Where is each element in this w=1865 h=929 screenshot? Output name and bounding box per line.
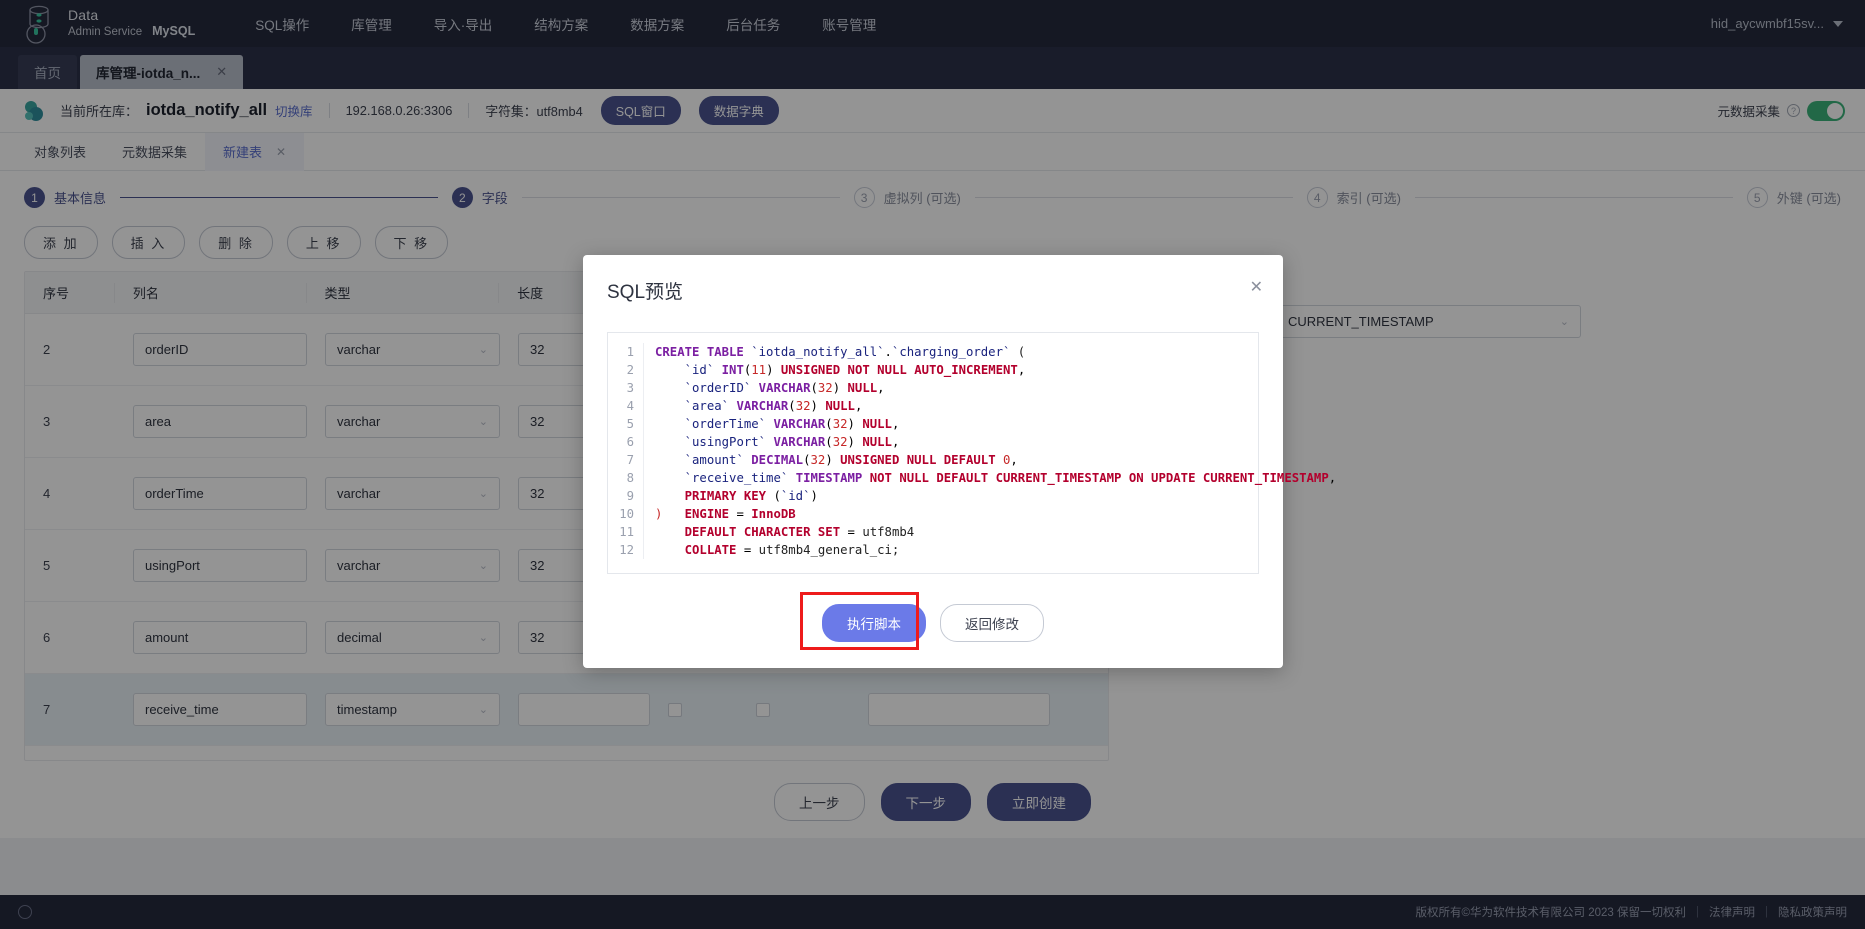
line-number: 9 <box>608 487 644 505</box>
dialog-title: SQL预览 <box>607 282 684 303</box>
code-line: 4 `area` VARCHAR(32) NULL, <box>608 397 1258 415</box>
back-to-edit-button[interactable]: 返回修改 <box>940 604 1044 642</box>
code-text: `receive_time` TIMESTAMP NOT NULL DEFAUL… <box>684 471 1337 485</box>
code-line: 8 `receive_time` TIMESTAMP NOT NULL DEFA… <box>608 469 1336 487</box>
code-text: `orderID` VARCHAR(32) NULL, <box>684 381 885 395</box>
line-number: 1 <box>608 343 644 361</box>
code-line: 3 `orderID` VARCHAR(32) NULL, <box>608 379 1258 397</box>
line-number: 5 <box>608 415 644 433</box>
code-line: 2 `id` INT(11) UNSIGNED NOT NULL AUTO_IN… <box>608 361 1258 379</box>
code-text: DEFAULT CHARACTER SET = utf8mb4 <box>684 525 915 539</box>
line-number: 3 <box>608 379 644 397</box>
line-number: 4 <box>608 397 644 415</box>
dialog-header: SQL预览 ✕ <box>583 255 1283 310</box>
code-text: `orderTime` VARCHAR(32) NULL, <box>684 417 900 431</box>
line-number: 2 <box>608 361 644 379</box>
close-icon[interactable]: ✕ <box>1250 277 1263 297</box>
sql-preview-dialog: SQL预览 ✕ 1 CREATE TABLE `iotda_notify_all`… <box>583 255 1336 668</box>
application-root: Data Admin Service MySQL SQL操作 库管理 导入·导出… <box>0 0 1865 929</box>
code-line: 11 DEFAULT CHARACTER SET = utf8mb4 <box>608 523 1258 541</box>
sql-code-viewer[interactable]: 1 CREATE TABLE `iotda_notify_all`.`chargi… <box>607 332 1336 574</box>
code-line: 9 PRIMARY KEY (`id`) <box>608 487 1258 505</box>
code-text: PRIMARY KEY (`id`) <box>684 489 818 503</box>
line-number: 8 <box>608 469 644 487</box>
line-number: 6 <box>608 433 644 451</box>
code-line: 7 `amount` DECIMAL(32) UNSIGNED NULL DEF… <box>608 451 1258 469</box>
line-number: 12 <box>608 541 644 559</box>
code-line: 6 `usingPort` VARCHAR(32) NULL, <box>608 433 1258 451</box>
code-text: `amount` DECIMAL(32) UNSIGNED NULL DEFAU… <box>684 453 1018 467</box>
line-number: 10 <box>608 505 644 523</box>
code-line: 12 COLLATE = utf8mb4_general_ci; <box>608 541 1258 559</box>
code-text: COLLATE = utf8mb4_general_ci; <box>684 543 900 557</box>
code-line: 10 ) ENGINE = InnoDB <box>608 505 1258 523</box>
line-number: 7 <box>608 451 644 469</box>
code-line: 1 CREATE TABLE `iotda_notify_all`.`chargi… <box>608 343 1258 361</box>
line-number: 11 <box>608 523 644 541</box>
highlight-annotation-box <box>800 592 919 650</box>
code-text: CREATE TABLE `iotda_notify_all`.`chargin… <box>655 345 1026 359</box>
code-line: 5 `orderTime` VARCHAR(32) NULL, <box>608 415 1258 433</box>
code-text: `id` INT(11) UNSIGNED NOT NULL AUTO_INCR… <box>684 363 1026 377</box>
code-text: `area` VARCHAR(32) NULL, <box>684 399 863 413</box>
dialog-actions: 执行脚本 返回修改 <box>583 574 1283 668</box>
execute-script-wrapper: 执行脚本 <box>800 592 926 650</box>
code-text: ) ENGINE = InnoDB <box>655 507 796 521</box>
code-text: `usingPort` VARCHAR(32) NULL, <box>684 435 900 449</box>
